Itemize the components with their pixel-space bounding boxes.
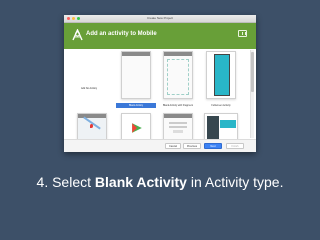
device-frame-icon bbox=[238, 30, 247, 37]
window-title: Create New Project bbox=[146, 16, 173, 20]
instruction-caption: 4. Select Blank Activity in Activity typ… bbox=[0, 174, 320, 190]
wizard-title: Add an activity to Mobile bbox=[86, 31, 157, 37]
gallery-scrollbar[interactable] bbox=[250, 50, 254, 138]
fullscreen-activity-thumbnail bbox=[206, 51, 236, 99]
tile-blank-activity[interactable]: Blank Activity bbox=[116, 49, 156, 109]
previous-button[interactable]: Previous bbox=[183, 143, 201, 149]
android-studio-logo-icon bbox=[72, 29, 83, 41]
tile-label-fullscreen-activity: Fullscreen Activity bbox=[211, 104, 231, 107]
tile-master-detail-activity[interactable] bbox=[201, 111, 241, 143]
activity-gallery: Add No Activity Blank Activity Blank Act… bbox=[64, 49, 244, 143]
tile-label-blank-activity: Blank Activity bbox=[116, 103, 156, 108]
fragment-activity-thumbnail bbox=[163, 51, 193, 99]
next-button[interactable]: Next bbox=[204, 143, 222, 149]
play-icon bbox=[132, 123, 142, 133]
cancel-button[interactable]: Cancel bbox=[165, 143, 181, 149]
tile-play-services-activity[interactable] bbox=[116, 111, 156, 143]
tile-login-activity[interactable] bbox=[158, 111, 198, 143]
tile-label-blank-activity-with-fragment: Blank Activity with Fragment bbox=[163, 104, 193, 107]
caption-emphasis: Blank Activity bbox=[94, 174, 187, 190]
caption-suffix: in Activity type. bbox=[186, 174, 284, 190]
finish-button[interactable]: Finish bbox=[226, 143, 244, 149]
add-no-activity-label[interactable]: Add No Activity bbox=[81, 87, 97, 90]
create-new-project-window: Create New Project Add an activity to Mo… bbox=[64, 15, 256, 152]
gallery-scrollbar-thumb[interactable] bbox=[251, 52, 254, 92]
window-titlebar: Create New Project bbox=[64, 15, 256, 23]
tile-blank-activity-with-fragment[interactable]: Blank Activity with Fragment bbox=[158, 49, 198, 109]
wizard-header: Add an activity to Mobile bbox=[64, 23, 256, 49]
blank-activity-thumbnail bbox=[121, 51, 151, 99]
tile-fullscreen-activity[interactable]: Fullscreen Activity bbox=[201, 49, 241, 109]
wizard-footer: Cancel Previous Next Finish bbox=[64, 139, 256, 152]
activity-gallery-area: Add No Activity Blank Activity Blank Act… bbox=[64, 49, 256, 143]
tile-map-activity[interactable] bbox=[72, 111, 112, 143]
caption-prefix: 4. Select bbox=[36, 174, 95, 190]
